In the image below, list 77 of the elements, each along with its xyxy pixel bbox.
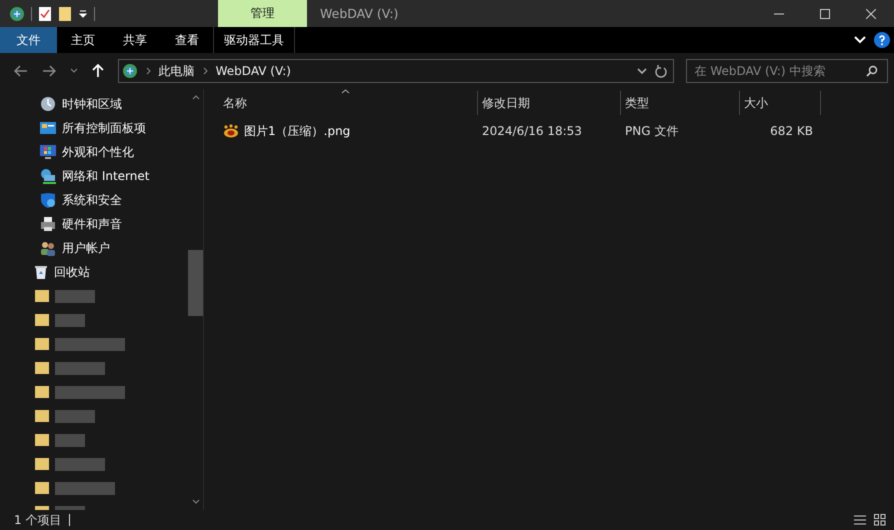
folder-icon bbox=[35, 433, 49, 447]
sidebar-item[interactable]: 所有控制面板项 bbox=[0, 116, 188, 140]
blurred-label bbox=[55, 362, 105, 374]
sidebar-item[interactable]: 用户帐户 bbox=[0, 236, 188, 260]
maximize-icon bbox=[820, 8, 830, 18]
column-header[interactable]: 名称 bbox=[219, 91, 478, 115]
search-icon[interactable] bbox=[866, 65, 878, 77]
refresh-icon[interactable] bbox=[654, 64, 666, 78]
folder-icon bbox=[35, 337, 49, 351]
details-view-icon[interactable] bbox=[854, 514, 866, 526]
network-drive-icon bbox=[122, 63, 138, 79]
table-cell-text: PNG 文件 bbox=[624, 122, 680, 140]
context-tab-header[interactable]: 管理 bbox=[218, 0, 307, 27]
close-icon bbox=[866, 8, 876, 18]
column-header[interactable]: 大小 bbox=[740, 91, 821, 115]
scroll-up-icon[interactable] bbox=[192, 95, 200, 100]
folder-icon bbox=[35, 481, 49, 495]
table-cell-text: 682 KB bbox=[769, 124, 814, 138]
sidebar-item[interactable]: 外观和个性化 bbox=[0, 140, 188, 164]
chevron-right-icon bbox=[146, 67, 151, 75]
recycle-bin-icon bbox=[34, 264, 48, 280]
blurred-label bbox=[55, 290, 95, 302]
column-header[interactable]: 修改日期 bbox=[478, 91, 621, 115]
image-file-icon bbox=[223, 124, 239, 138]
ribbon-tab[interactable]: 文件 bbox=[0, 27, 57, 53]
sidebar-item[interactable]: 网络和 Internet bbox=[0, 164, 188, 188]
breadcrumb[interactable]: 此电脑 bbox=[158, 62, 195, 80]
blurred-label bbox=[55, 314, 85, 326]
back-arrow-icon[interactable] bbox=[14, 65, 28, 77]
properties-icon[interactable] bbox=[38, 6, 52, 22]
ribbon-tab[interactable]: 查看 bbox=[161, 27, 213, 53]
table-cell-text: 2024/6/16 18:53 bbox=[481, 124, 583, 138]
ribbon-tab[interactable]: 共享 bbox=[109, 27, 161, 53]
folder-icon bbox=[35, 385, 49, 399]
search-field[interactable]: 在 WebDAV (V:) 中搜索 bbox=[686, 59, 888, 83]
scroll-down-icon[interactable] bbox=[192, 499, 200, 504]
help-icon[interactable] bbox=[874, 32, 890, 48]
address-bar[interactable]: 此电脑 WebDAV (V:) bbox=[118, 59, 674, 83]
blurred-label bbox=[55, 410, 95, 422]
monitor-icon bbox=[40, 144, 56, 160]
recent-chevron-icon[interactable] bbox=[70, 68, 78, 74]
folder-icon bbox=[35, 457, 49, 471]
sidebar-item[interactable]: 回收站 bbox=[0, 260, 188, 284]
forward-arrow-icon[interactable] bbox=[42, 65, 56, 77]
clock-globe-icon bbox=[40, 96, 56, 112]
folder-icon bbox=[35, 313, 49, 327]
chevron-right-icon bbox=[202, 67, 208, 75]
sidebar-item[interactable]: 系统和安全 bbox=[0, 188, 188, 212]
sort-ascending-icon bbox=[341, 89, 350, 94]
blurred-label bbox=[55, 386, 125, 398]
column-header[interactable]: 类型 bbox=[621, 91, 740, 115]
window-title: WebDAV (V:) bbox=[319, 5, 400, 23]
control-panel-icon bbox=[40, 120, 56, 136]
blurred-label bbox=[55, 338, 125, 350]
network-icon bbox=[40, 168, 56, 184]
users-icon bbox=[40, 240, 56, 256]
chevron-down-icon[interactable] bbox=[636, 68, 646, 74]
breadcrumb[interactable]: WebDAV (V:) bbox=[216, 64, 291, 78]
folder-icon bbox=[35, 409, 49, 423]
scrollbar-thumb[interactable] bbox=[188, 250, 203, 316]
file-name[interactable]: 图片1（压缩）.png bbox=[244, 122, 350, 140]
folder-icon bbox=[35, 289, 49, 303]
sidebar-item[interactable]: 硬件和声音 bbox=[0, 212, 188, 236]
dropdown-icon[interactable] bbox=[78, 8, 88, 18]
blurred-label bbox=[55, 458, 105, 470]
item-count: 1 个项目 bbox=[14, 512, 62, 528]
folder-icon bbox=[35, 361, 49, 375]
network-drive-icon[interactable] bbox=[9, 6, 25, 22]
sidebar-item[interactable]: 时钟和区域 bbox=[0, 92, 188, 116]
folder-icon[interactable] bbox=[58, 6, 72, 22]
up-arrow-icon[interactable] bbox=[92, 64, 104, 78]
large-icons-view-icon[interactable] bbox=[874, 514, 886, 526]
printer-icon bbox=[40, 216, 56, 232]
blurred-label bbox=[55, 482, 115, 494]
shield-icon bbox=[40, 192, 56, 208]
ribbon-tab[interactable]: 主页 bbox=[57, 27, 109, 53]
blurred-label bbox=[55, 434, 85, 446]
